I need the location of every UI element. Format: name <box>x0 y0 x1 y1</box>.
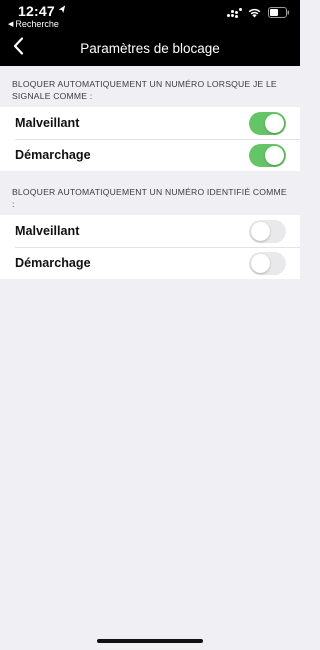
setting-row-signaled-telemarketing: Démarchage <box>0 139 300 171</box>
toggle-knob <box>251 221 270 241</box>
section-header-signaled: BLOQUER AUTOMATIQUEMENT UN NUMÉRO LORSQU… <box>12 79 277 101</box>
signal-dots-icon <box>227 7 242 18</box>
wifi-icon <box>247 7 262 18</box>
back-triangle-icon: ◀ <box>8 21 14 28</box>
setting-label: Malveillant <box>15 116 80 130</box>
setting-label: Démarchage <box>15 256 91 270</box>
settings-group-identified: Malveillant Démarchage <box>0 215 300 279</box>
toggle-identified-malicious[interactable] <box>249 219 286 243</box>
toggle-identified-telemarketing[interactable] <box>249 251 286 275</box>
setting-row-identified-telemarketing: Démarchage <box>0 247 300 279</box>
back-button[interactable] <box>8 36 28 60</box>
setting-row-identified-malicious: Malveillant <box>0 215 300 247</box>
home-indicator[interactable] <box>97 639 203 643</box>
back-to-app-label: Recherche <box>15 19 59 29</box>
toggle-signaled-malicious[interactable] <box>249 111 286 135</box>
settings-group-signaled: Malveillant Démarchage <box>0 107 300 171</box>
status-icons <box>227 7 290 18</box>
setting-row-signaled-malicious: Malveillant <box>0 107 300 139</box>
battery-icon <box>268 7 290 18</box>
toggle-knob <box>251 253 270 273</box>
chevron-left-icon <box>13 36 24 60</box>
status-time-text: 12:47 <box>18 3 55 19</box>
toggle-knob <box>265 145 284 165</box>
location-arrow-icon <box>57 4 68 17</box>
toggle-signaled-telemarketing[interactable] <box>249 143 286 167</box>
section-header-identified: BLOQUER AUTOMATIQUEMENT UN NUMÉRO IDENTI… <box>12 187 287 209</box>
status-time: 12:47 <box>18 3 67 19</box>
top-bar: 12:47 ◀ Recherche Paramètres de blocage <box>0 0 300 66</box>
setting-label: Démarchage <box>15 148 91 162</box>
navigation-bar: Paramètres de blocage <box>0 34 300 62</box>
setting-label: Malveillant <box>15 224 80 238</box>
page-title: Paramètres de blocage <box>80 40 220 56</box>
back-to-app-link[interactable]: ◀ Recherche <box>8 19 59 29</box>
toggle-knob <box>265 113 284 133</box>
